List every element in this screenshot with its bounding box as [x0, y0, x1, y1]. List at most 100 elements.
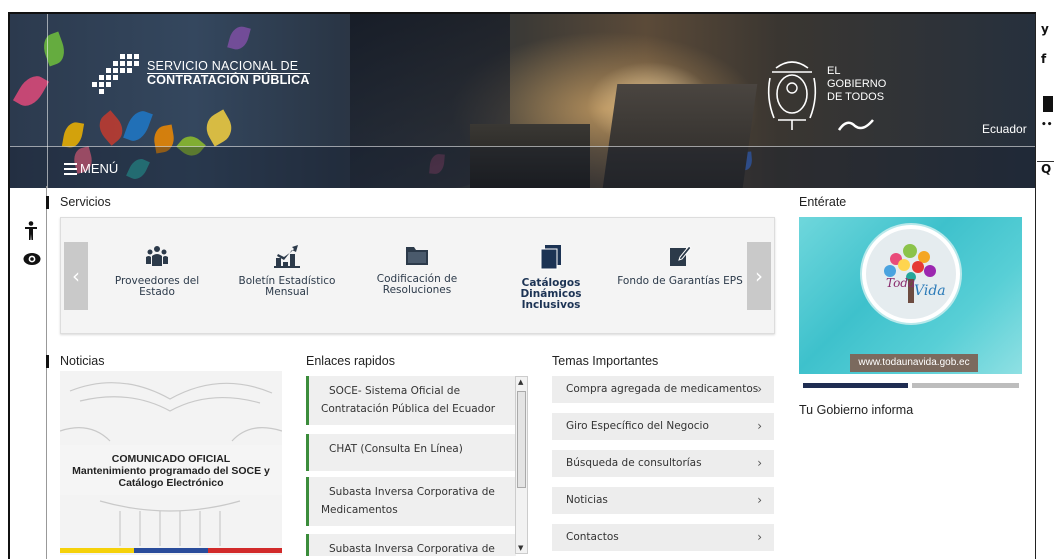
indicator[interactable]	[912, 383, 1019, 388]
search-icon[interactable]: Q	[1041, 162, 1051, 176]
tema-compra-agregada[interactable]: Compra agregada de medicamentos ›	[552, 376, 774, 403]
quick-links-list: SOCE- Sistema Oficial de Contratación Pú…	[306, 376, 528, 556]
tema-label: Giro Específico del Negocio	[566, 420, 709, 432]
news-subline: Mantenimiento programado del SOCE y	[72, 465, 270, 477]
toda-una-vida-url: www.todaunavida.gob.ec	[850, 354, 978, 372]
indicator-active[interactable]	[803, 383, 908, 388]
header-banner: SERVICIO NACIONAL DE CONTRATACIÓN PÚBLIC…	[10, 14, 1035, 188]
toda-text: Toda	[886, 276, 915, 290]
gob-line-2: GOBIERNO	[827, 78, 887, 90]
link-chat[interactable]: CHAT (Consulta En Línea)	[306, 434, 516, 471]
link-subasta-medicamentos[interactable]: Subasta Inversa Corporativa de Medicamen…	[306, 477, 516, 526]
ecuador-coat-of-arms-icon	[767, 61, 817, 130]
contrast-eye-icon[interactable]	[23, 252, 41, 266]
tema-contactos[interactable]: Contactos ›	[552, 524, 774, 551]
tema-noticias[interactable]: Noticias ›	[552, 487, 774, 514]
social-bar: y f •• Q	[1037, 12, 1054, 559]
tema-label: Compra agregada de medicamentos	[566, 383, 759, 395]
link-label: CHAT (Consulta En Línea)	[329, 443, 463, 455]
divider	[47, 14, 48, 188]
banner-indicators	[803, 383, 1019, 388]
enlaces-title: Enlaces rapidos	[306, 354, 395, 368]
tema-label: Contactos	[566, 531, 619, 543]
logo-line-2: CONTRATACIÓN PÚBLICA	[147, 73, 310, 87]
service-label: Fondo de Garantías EPS	[617, 275, 743, 287]
twitter-icon[interactable]: y	[1041, 22, 1049, 36]
carousel-next-button[interactable]: ›	[747, 242, 771, 310]
gob-line-3: DE TODOS	[827, 91, 885, 103]
leaf-decoration	[123, 107, 153, 145]
chevron-right-icon: ›	[757, 419, 762, 433]
chevron-right-icon: ›	[757, 493, 762, 507]
tema-giro-especifico[interactable]: Giro Específico del Negocio ›	[552, 413, 774, 440]
gobierno-wave-icon	[838, 119, 874, 131]
toda-una-vida-logo: Toda Vida	[862, 225, 960, 323]
chart-icon	[274, 245, 300, 268]
menu-bar	[10, 146, 1035, 188]
accessibility-person-icon[interactable]	[24, 221, 38, 241]
news-card[interactable]: COMUNICADO OFICIAL Mantenimiento program…	[60, 371, 282, 555]
sercop-logo-icon	[92, 54, 139, 94]
chevron-right-icon: ›	[757, 382, 762, 396]
chevron-right-icon: ›	[757, 530, 762, 544]
youtube-icon[interactable]	[1043, 96, 1053, 112]
ecuador-flag-strip	[60, 548, 282, 553]
gobierno-logo-text[interactable]: EL GOBIERNO DE TODOS	[827, 65, 886, 104]
link-label: Subasta Inversa Corporativa de Medicamen…	[321, 486, 495, 516]
book-icon	[540, 245, 561, 270]
logo-line-1: SERVICIO NACIONAL DE	[147, 59, 299, 73]
edit-icon	[670, 245, 692, 266]
link-subasta-corporativa[interactable]: Subasta Inversa Corporativa de	[306, 534, 516, 556]
service-label: Catálogos Dinámicos Inclusivos	[520, 277, 582, 311]
news-subline: Catálogo Electrónico	[118, 477, 224, 489]
folder-icon	[406, 247, 428, 265]
facebook-icon[interactable]: f	[1041, 52, 1046, 66]
tu-gobierno-title: Tu Gobierno informa	[799, 403, 914, 417]
chevron-right-icon: ›	[757, 456, 762, 470]
service-label: Codificación de Resoluciones	[376, 273, 458, 296]
service-catalogos[interactable]: Catálogos Dinámicos Inclusivos	[493, 244, 609, 311]
scrollbar-thumb[interactable]	[517, 391, 526, 488]
tema-label: Noticias	[566, 494, 608, 506]
scroll-down-icon[interactable]: ▼	[518, 544, 523, 552]
carousel-prev-button[interactable]: ‹	[64, 242, 88, 310]
links-scrollbar[interactable]: ▲ ▼	[515, 376, 528, 554]
services-carousel: ‹ Proveedores del Estado Boletín Estadís…	[60, 217, 775, 334]
vida-text: Vida	[914, 283, 946, 299]
users-icon	[146, 246, 168, 266]
enterate-title: Entérate	[799, 195, 847, 209]
leaf-decoration	[39, 31, 69, 67]
tema-label: Búsqueda de consultorías	[566, 457, 702, 469]
leaf-decoration	[12, 70, 50, 112]
flickr-icon[interactable]: ••	[1041, 120, 1053, 130]
noticias-title: Noticias	[45, 354, 105, 368]
news-overlay: COMUNICADO OFICIAL Mantenimiento program…	[60, 445, 282, 495]
service-fondo-garantias[interactable]: Fondo de Garantías EPS	[617, 244, 743, 287]
service-label: Proveedores del Estado	[114, 275, 200, 298]
service-proveedores[interactable]: Proveedores del Estado	[97, 244, 217, 298]
gob-line-1: EL	[827, 65, 841, 77]
scroll-up-icon[interactable]: ▲	[518, 378, 523, 386]
link-soce[interactable]: SOCE- Sistema Oficial de Contratación Pú…	[306, 376, 516, 425]
toda-una-vida-banner[interactable]: Toda Vida www.todaunavida.gob.ec	[799, 217, 1022, 374]
country-link[interactable]: Ecuador	[982, 122, 1027, 136]
tema-busqueda-consultorias[interactable]: Búsqueda de consultorías ›	[552, 450, 774, 477]
link-label: SOCE- Sistema Oficial de Contratación Pú…	[321, 385, 496, 415]
leaf-decoration	[93, 110, 129, 146]
hamburger-icon	[64, 162, 77, 175]
tree-icon: Toda Vida	[884, 244, 946, 303]
menu-label: MENÚ	[80, 161, 119, 176]
link-label: Subasta Inversa Corporativa de	[329, 543, 495, 555]
news-headline: COMUNICADO OFICIAL	[111, 453, 231, 465]
service-codificacion[interactable]: Codificación de Resoluciones	[367, 244, 467, 296]
service-label: Boletín Estadístico Mensual	[238, 275, 336, 298]
sercop-logo-text[interactable]: SERVICIO NACIONAL DE CONTRATACIÓN PÚBLIC…	[147, 60, 310, 87]
leaf-decoration	[200, 109, 238, 147]
leaf-decoration	[227, 24, 251, 52]
servicios-title: Servicios	[46, 195, 111, 209]
temas-title: Temas Importantes	[552, 354, 659, 368]
divider	[10, 146, 1035, 147]
content-border	[46, 186, 47, 559]
service-boletin[interactable]: Boletín Estadístico Mensual	[237, 244, 337, 298]
menu-button[interactable]: MENÚ	[64, 161, 118, 176]
